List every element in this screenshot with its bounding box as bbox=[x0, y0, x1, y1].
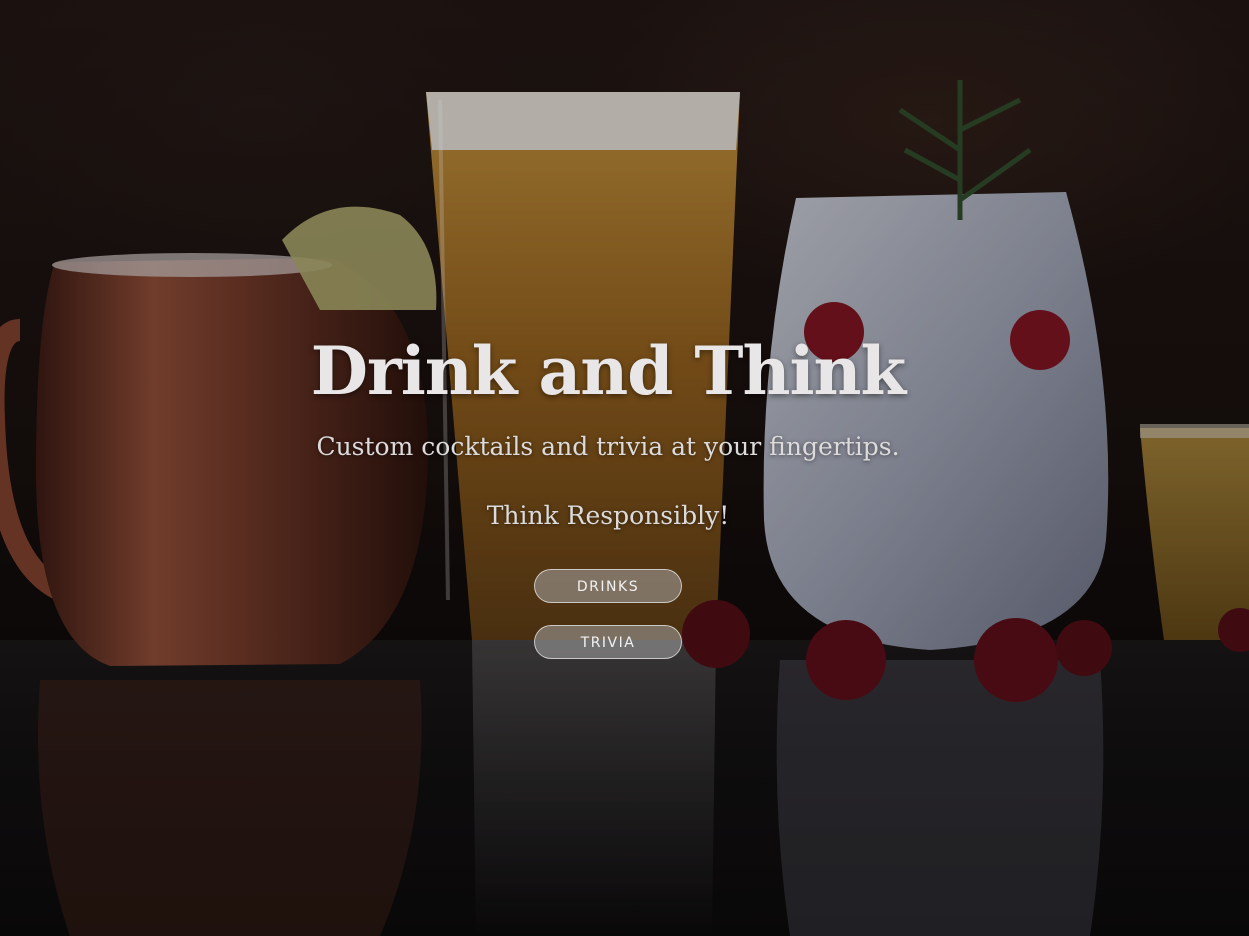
hero-tagline: Think Responsibly! bbox=[486, 501, 730, 530]
drinks-button[interactable]: DRINKS bbox=[534, 569, 682, 603]
hero-subtitle: Custom cocktails and trivia at your fing… bbox=[316, 432, 900, 461]
trivia-button[interactable]: TRIVIA bbox=[534, 625, 682, 659]
page-title: Drink and Think bbox=[310, 332, 907, 410]
hero-section: Drink and Think Custom cocktails and tri… bbox=[0, 0, 1249, 936]
dark-overlay bbox=[0, 0, 1249, 936]
